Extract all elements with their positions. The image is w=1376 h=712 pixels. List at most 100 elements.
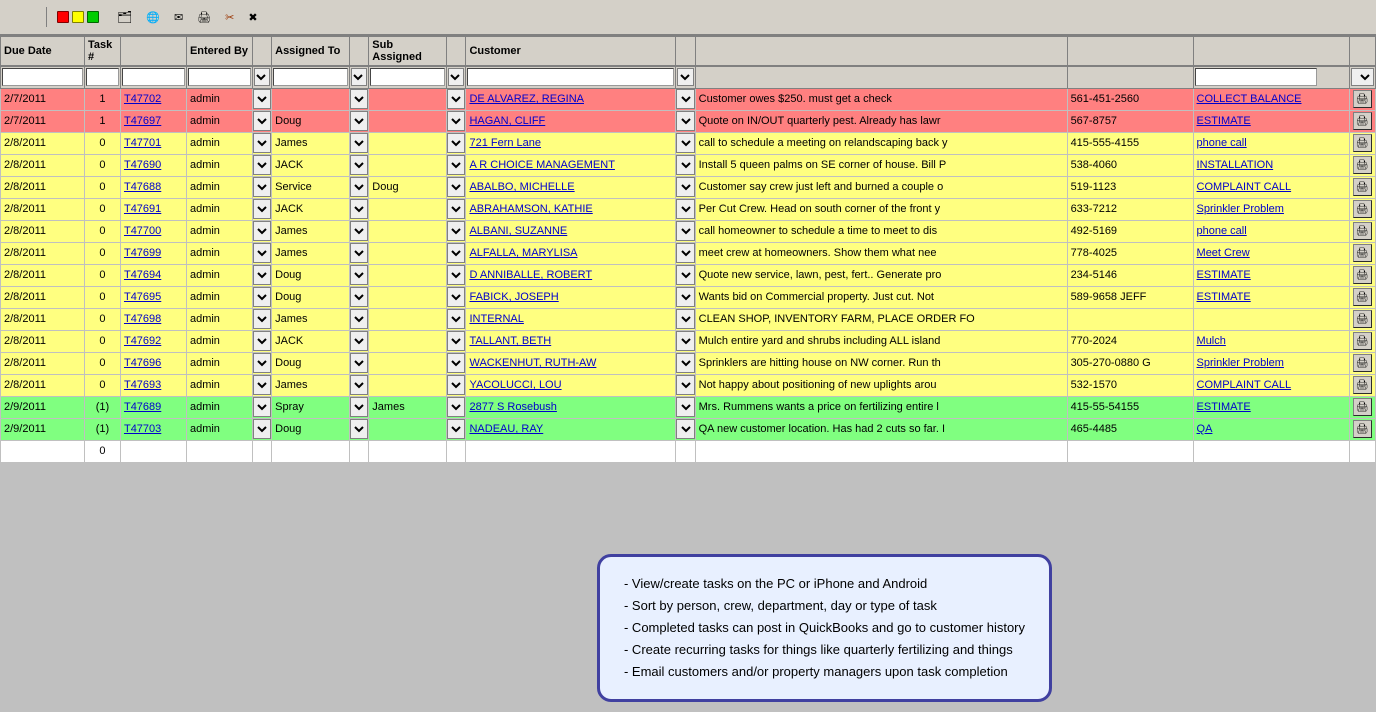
cell-action[interactable]: 🖨 [1349, 286, 1376, 308]
cell-sub-dropdown[interactable]: ▼ [447, 418, 466, 440]
cell-task-type[interactable]: COMPLAINT CALL [1193, 176, 1349, 198]
task-type-link[interactable]: ESTIMATE [1197, 291, 1251, 303]
cell-task-type[interactable]: phone call [1193, 132, 1349, 154]
cell-sub-dropdown[interactable]: ▼ [447, 308, 466, 330]
customer-select[interactable]: ▼ [676, 155, 694, 175]
sub-select[interactable]: ▼ [447, 177, 465, 197]
assigned-select[interactable]: ▼ [350, 177, 368, 197]
cell-task-id[interactable]: T47689 [120, 396, 186, 418]
customer-link[interactable]: 721 Fern Lane [469, 137, 541, 149]
filter-sub-dd[interactable]: ▼ [447, 66, 466, 88]
task-type-link[interactable]: Sprinkler Problem [1197, 357, 1284, 369]
cell-task-id[interactable]: T47696 [120, 352, 186, 374]
print-button[interactable]: 🖨 [194, 10, 216, 25]
cell-assigned-dropdown[interactable] [350, 440, 369, 462]
cell-assigned-dropdown[interactable]: ▼ [350, 220, 369, 242]
customer-select[interactable]: ▼ [676, 243, 694, 263]
task-type-link[interactable]: Sprinkler Problem [1197, 203, 1284, 215]
task-type-link[interactable]: ESTIMATE [1197, 401, 1251, 413]
print-row-button[interactable]: 🖨 [1353, 354, 1372, 372]
cell-action[interactable]: 🖨 [1349, 242, 1376, 264]
customer-select[interactable]: ▼ [676, 177, 694, 197]
cell-sub-dropdown[interactable]: ▼ [447, 198, 466, 220]
cell-customer[interactable]: ALBANI, SUZANNE [466, 220, 676, 242]
cell-task-type[interactable]: Mulch [1193, 330, 1349, 352]
cell-sub-dropdown[interactable]: ▼ [447, 374, 466, 396]
cell-sub-dropdown[interactable]: ▼ [447, 220, 466, 242]
cell-assigned-dropdown[interactable]: ▼ [350, 242, 369, 264]
cell-customer[interactable]: DE ALVAREZ, REGINA [466, 88, 676, 110]
cell-customer-dropdown[interactable]: ▼ [676, 286, 695, 308]
filter-notes[interactable] [695, 66, 1067, 88]
customer-link[interactable]: NADEAU, RAY [469, 423, 543, 435]
cell-customer-dropdown[interactable]: ▼ [676, 154, 695, 176]
assigned-select[interactable]: ▼ [350, 309, 368, 329]
filter-due-date-input[interactable] [2, 68, 83, 86]
entered-select[interactable]: ▼ [253, 397, 271, 417]
cell-sub-dropdown[interactable] [447, 440, 466, 462]
task-type-link[interactable]: phone call [1197, 137, 1247, 149]
cell-customer-dropdown[interactable]: ▼ [676, 242, 695, 264]
entered-select[interactable]: ▼ [253, 375, 271, 395]
customer-select[interactable]: ▼ [676, 309, 694, 329]
email-customers-button[interactable]: ✉ [171, 10, 188, 25]
sub-select[interactable]: ▼ [447, 199, 465, 219]
filter-assigned-dd[interactable]: ▼ [350, 66, 369, 88]
cell-action[interactable]: 🖨 [1349, 198, 1376, 220]
filter-entered-dd[interactable]: ▼ [252, 66, 271, 88]
assigned-select[interactable]: ▼ [350, 243, 368, 263]
customer-link[interactable]: HAGAN, CLIFF [469, 115, 545, 127]
cell-task-type[interactable]: QA [1193, 418, 1349, 440]
cell-entered-dropdown[interactable]: ▼ [252, 110, 271, 132]
customer-link[interactable]: A R CHOICE MANAGEMENT [469, 159, 614, 171]
assigned-select[interactable]: ▼ [350, 133, 368, 153]
filter-task-type[interactable] [1193, 66, 1349, 88]
customer-select[interactable]: ▼ [676, 111, 694, 131]
cell-task-type[interactable]: Sprinkler Problem [1193, 352, 1349, 374]
customer-link[interactable]: TALLANT, BETH [469, 335, 551, 347]
print-row-button[interactable]: 🖨 [1353, 398, 1372, 416]
cell-customer[interactable]: INTERNAL [466, 308, 676, 330]
print-row-button[interactable]: 🖨 [1353, 178, 1372, 196]
print-row-button[interactable]: 🖨 [1353, 90, 1372, 108]
entered-select[interactable]: ▼ [253, 177, 271, 197]
customer-select[interactable]: ▼ [676, 331, 694, 351]
cell-task-id[interactable]: T47697 [120, 110, 186, 132]
cell-action[interactable]: 🖨 [1349, 220, 1376, 242]
assigned-select[interactable]: ▼ [350, 331, 368, 351]
customer-link[interactable]: FABICK, JOSEPH [469, 291, 558, 303]
customer-link[interactable]: ALBANI, SUZANNE [469, 225, 567, 237]
customer-link[interactable]: DE ALVAREZ, REGINA [469, 93, 584, 105]
cell-task-type[interactable]: Sprinkler Problem [1193, 198, 1349, 220]
cell-action[interactable]: 🖨 [1349, 330, 1376, 352]
filter-task-id-input[interactable] [122, 68, 185, 86]
filter-customer[interactable] [466, 66, 676, 88]
entered-select[interactable]: ▼ [253, 243, 271, 263]
cell-task-type[interactable]: ESTIMATE [1193, 110, 1349, 132]
entered-select[interactable]: ▼ [253, 111, 271, 131]
task-type-link[interactable]: Meet Crew [1197, 247, 1250, 259]
cell-customer-dropdown[interactable]: ▼ [676, 418, 695, 440]
entered-select[interactable]: ▼ [253, 419, 271, 439]
cell-customer[interactable]: WACKENHUT, RUTH-AW [466, 352, 676, 374]
customer-link[interactable]: 2877 S Rosebush [469, 401, 556, 413]
cell-action[interactable]: 🖨 [1349, 396, 1376, 418]
cell-sub-dropdown[interactable]: ▼ [447, 88, 466, 110]
task-id-link[interactable]: T47698 [124, 313, 161, 325]
cell-assigned-dropdown[interactable]: ▼ [350, 418, 369, 440]
cell-task-id[interactable]: T47688 [120, 176, 186, 198]
entered-select[interactable]: ▼ [253, 133, 271, 153]
customer-select[interactable]: ▼ [676, 375, 694, 395]
customer-link[interactable]: ABRAHAMSON, KATHIE [469, 203, 592, 215]
cell-entered-dropdown[interactable] [252, 440, 271, 462]
cell-task-type[interactable]: ESTIMATE [1193, 286, 1349, 308]
assigned-select[interactable]: ▼ [350, 375, 368, 395]
cell-customer-dropdown[interactable]: ▼ [676, 176, 695, 198]
entered-select[interactable]: ▼ [253, 309, 271, 329]
assigned-select[interactable]: ▼ [350, 155, 368, 175]
cell-customer[interactable]: A R CHOICE MANAGEMENT [466, 154, 676, 176]
cell-sub-dropdown[interactable]: ▼ [447, 286, 466, 308]
sub-select[interactable]: ▼ [447, 155, 465, 175]
filter-customer-dd[interactable]: ▼ [676, 66, 695, 88]
filter-entered-select[interactable]: ▼ [254, 68, 270, 86]
